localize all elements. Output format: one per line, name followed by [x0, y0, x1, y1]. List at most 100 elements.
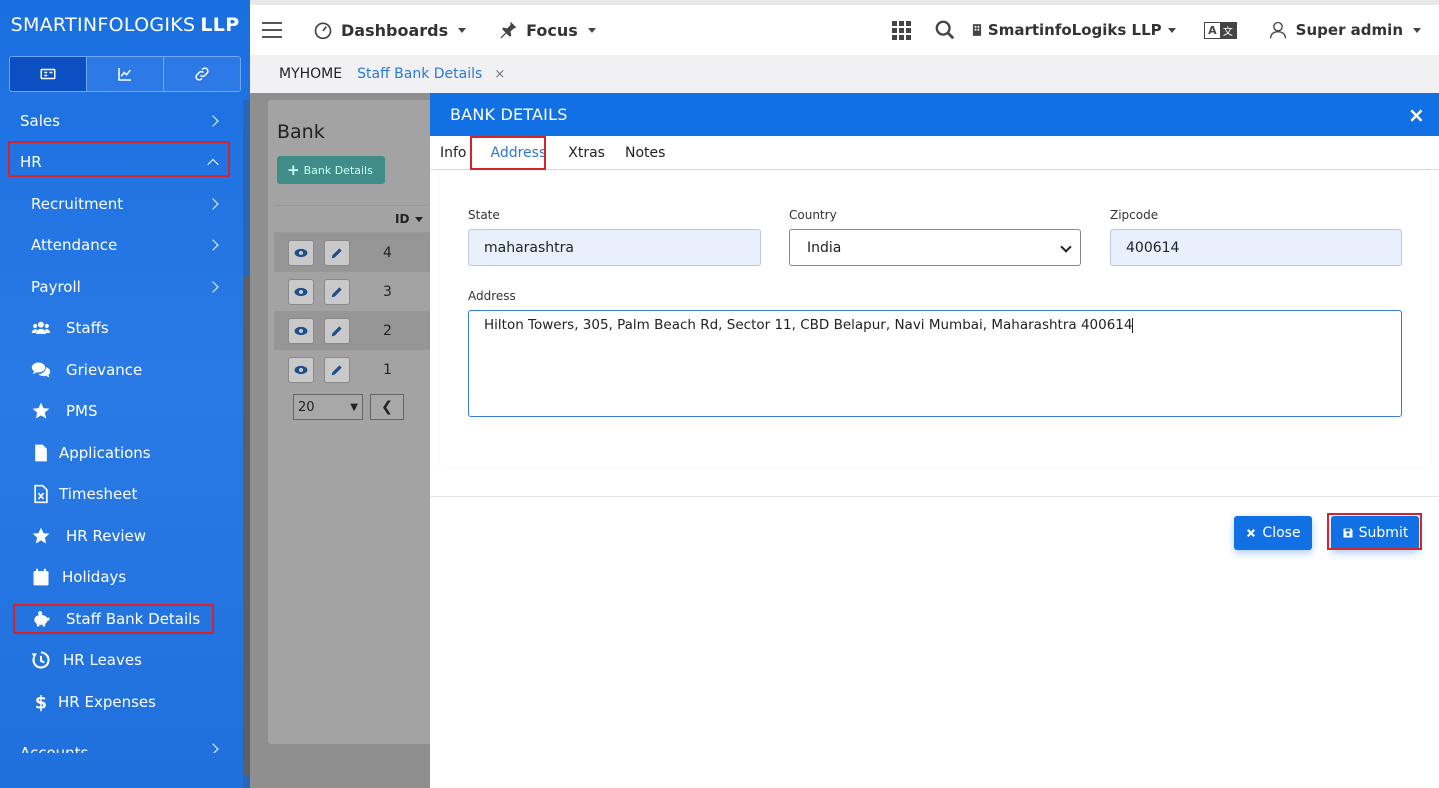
company-switcher[interactable]: SmartinfoLogiks LLP	[970, 21, 1176, 39]
sidebar-item-label: Accounts	[20, 743, 89, 753]
state-input[interactable]: maharashtra	[468, 229, 761, 266]
tab-close-icon[interactable]: ×	[494, 67, 505, 82]
sidebar-item-label: Staff Bank Details	[66, 609, 201, 628]
view-eye-icon[interactable]	[288, 356, 314, 383]
excel-file-icon	[30, 483, 52, 505]
piggy-bank-icon	[30, 608, 52, 630]
sidebar-item-hr-review[interactable]: HR Review	[0, 515, 243, 557]
sidebar-item-pms[interactable]: PMS	[0, 391, 243, 433]
translate-icon[interactable]: A 文	[1203, 21, 1237, 39]
chevron-right-icon	[207, 239, 219, 251]
add-bank-details-label: Bank Details	[303, 163, 373, 177]
edit-pencil-icon[interactable]	[324, 317, 350, 344]
edit-pencil-icon[interactable]	[324, 278, 350, 305]
user-name: Super admin	[1295, 21, 1403, 39]
edit-pencil-icon[interactable]	[324, 356, 350, 383]
sidebar-item-timesheet[interactable]: Timesheet	[0, 474, 243, 516]
sidebar-item-holidays[interactable]: Holidays	[0, 557, 243, 599]
table-header-id[interactable]: ID	[274, 205, 434, 233]
sidebar-item-sales[interactable]: Sales	[0, 100, 243, 142]
view-eye-icon[interactable]	[288, 239, 314, 266]
sidebar-item-applications[interactable]: Applications	[0, 432, 243, 474]
chevron-right-icon	[207, 742, 219, 753]
top-navbar: Dashboards Focus SmartinfoLogiks LLP A 文…	[250, 0, 1439, 55]
sidebar-tab-switcher	[9, 56, 241, 92]
brand-logo[interactable]: SMARTINFOLOGIKS LLP	[0, 0, 250, 50]
hamburger-menu-icon[interactable]	[262, 22, 282, 38]
tab-notes[interactable]: Notes	[615, 145, 675, 161]
tab-address[interactable]: Address	[481, 145, 557, 161]
chevron-right-icon	[207, 198, 219, 210]
sidebar-item-label: Holidays	[62, 568, 127, 587]
sidebar-item-grievance[interactable]: Grievance	[0, 349, 243, 391]
tab-xtras[interactable]: Xtras	[558, 145, 615, 161]
caret-down-icon	[1167, 27, 1176, 33]
brand-suffix: LLP	[200, 14, 240, 36]
row-id: 4	[383, 244, 392, 261]
chevron-up-icon	[207, 158, 219, 171]
star-icon	[30, 400, 52, 422]
sidebar-menu: Sales HR Recruitment Attendance Payroll …	[0, 100, 243, 753]
apps-grid-icon[interactable]	[891, 20, 911, 40]
caret-down-icon	[587, 27, 596, 33]
sidebar-tab-reports[interactable]	[87, 57, 164, 91]
sidebar-tab-menu[interactable]	[10, 57, 87, 91]
tab-myhome[interactable]: MYHOME	[279, 66, 342, 82]
scrollbar-thumb[interactable]	[243, 275, 250, 775]
id-header-label: ID	[395, 212, 410, 226]
focus-label: Focus	[526, 20, 578, 40]
line-chart-icon	[118, 68, 131, 81]
pin-icon	[500, 21, 517, 39]
dashboards-menu[interactable]: Dashboards	[313, 20, 467, 40]
zipcode-input[interactable]: 400614	[1110, 229, 1402, 266]
times-icon	[1247, 529, 1256, 537]
sidebar-item-hr[interactable]: HR	[0, 142, 243, 184]
sidebar-item-hr-leaves[interactable]: HR Leaves	[0, 640, 243, 682]
sort-caret-icon	[415, 216, 424, 222]
view-eye-icon[interactable]	[288, 278, 314, 305]
dashboards-label: Dashboards	[341, 20, 449, 40]
sidebar-item-recruitment[interactable]: Recruitment	[0, 183, 243, 225]
sidebar-item-label: Attendance	[31, 236, 118, 255]
sidebar-item-staffs[interactable]: Staffs	[0, 308, 243, 350]
sidebar-item-payroll[interactable]: Payroll	[0, 266, 243, 308]
sidebar-item-label: Grievance	[66, 360, 143, 379]
country-select[interactable]: India	[789, 229, 1081, 266]
text-cursor	[1132, 317, 1134, 333]
sidebar-item-label: HR Expenses	[58, 692, 156, 711]
file-icon	[30, 442, 52, 464]
tab-info[interactable]: Info	[430, 145, 477, 161]
history-icon	[30, 649, 52, 671]
bank-table: ID 4 3 2 1	[274, 205, 434, 389]
modal-close-icon[interactable]: ×	[1408, 103, 1425, 127]
page-tabs: MYHOME Staff Bank Details ×	[250, 55, 1439, 93]
sidebar-scrollbar[interactable]	[243, 100, 250, 788]
row-id: 1	[383, 361, 392, 378]
chevron-right-icon	[207, 281, 219, 293]
brand-name: SMARTINFOLOGIKS	[10, 14, 196, 36]
submit-button[interactable]: Submit	[1331, 516, 1419, 550]
close-button[interactable]: Close	[1234, 516, 1312, 550]
sidebar-item-attendance[interactable]: Attendance	[0, 225, 243, 267]
page-size-select[interactable]: 20 ▼	[293, 394, 363, 420]
id-card-icon	[40, 68, 56, 80]
user-menu[interactable]: Super admin	[1268, 20, 1421, 40]
focus-menu[interactable]: Focus	[498, 20, 596, 40]
search-icon[interactable]	[934, 19, 956, 41]
table-row: 3	[274, 272, 434, 311]
view-eye-icon[interactable]	[288, 317, 314, 344]
sidebar: SMARTINFOLOGIKS LLP Sales HR Recruitment …	[0, 0, 250, 788]
sidebar-item-accounts[interactable]: Accounts	[0, 723, 243, 753]
edit-pencil-icon[interactable]	[324, 239, 350, 266]
add-bank-details-button[interactable]: + Bank Details	[277, 156, 385, 184]
address-textarea[interactable]: Hilton Towers, 305, Palm Beach Rd, Secto…	[468, 310, 1402, 417]
address-value: Hilton Towers, 305, Palm Beach Rd, Secto…	[484, 317, 1133, 333]
zipcode-label: Zipcode	[1110, 208, 1159, 222]
tab-staff-bank-details[interactable]: Staff Bank Details	[357, 66, 482, 82]
sidebar-item-hr-expenses[interactable]: $ HR Expenses	[0, 681, 243, 723]
prev-page-button[interactable]: ❮	[370, 394, 404, 420]
sidebar-item-staff-bank-details[interactable]: Staff Bank Details	[0, 598, 243, 640]
building-icon	[972, 24, 981, 36]
sidebar-tab-links[interactable]	[164, 57, 240, 91]
country-label: Country	[789, 208, 837, 222]
